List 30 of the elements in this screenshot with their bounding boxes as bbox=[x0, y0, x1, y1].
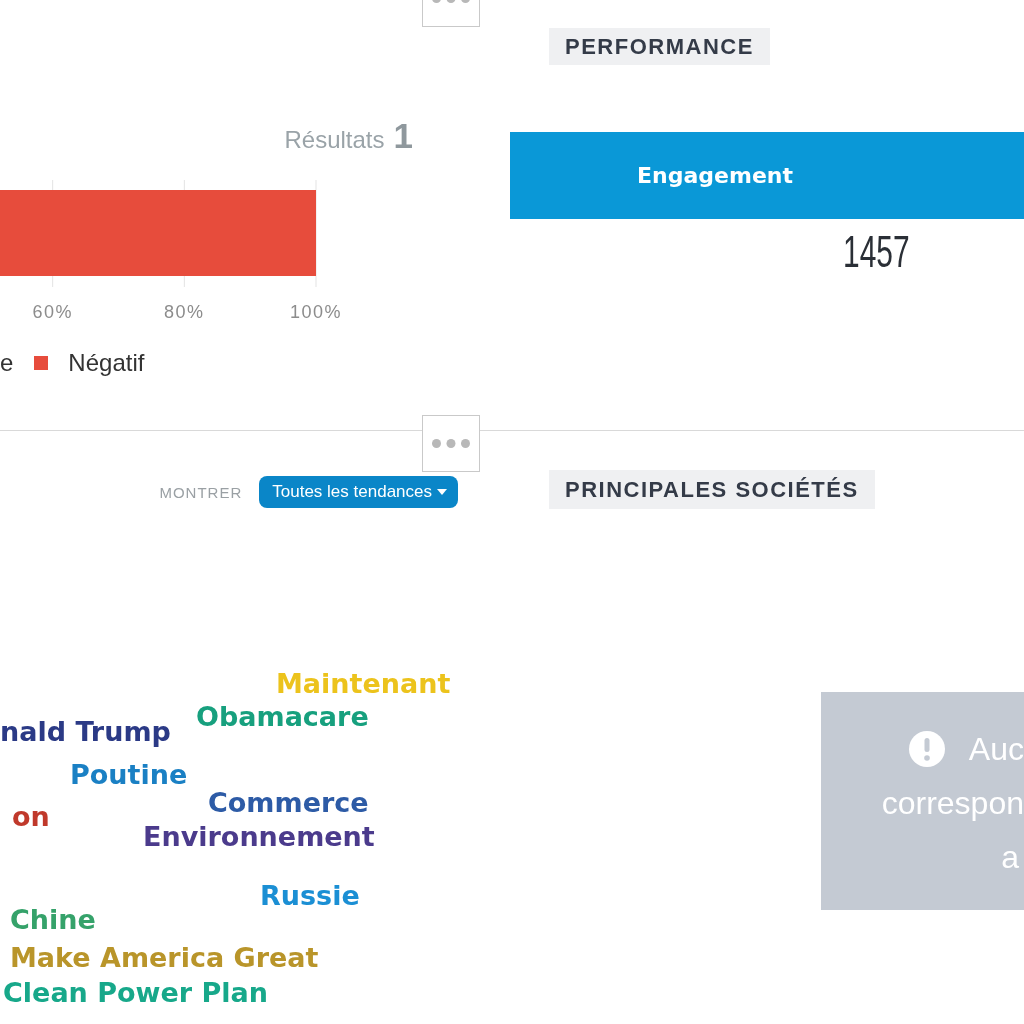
word-cloud-term[interactable]: Poutine bbox=[70, 759, 188, 792]
caret-icon bbox=[437, 489, 447, 495]
filter-dropdown[interactable]: Toutes les tendances bbox=[259, 476, 458, 508]
legend-label: Négatif bbox=[68, 349, 145, 377]
axis-tick-label: 100% bbox=[290, 302, 342, 322]
show-label: MONTRER bbox=[159, 483, 243, 501]
results-label: Résultats bbox=[284, 128, 385, 152]
word-cloud-term[interactable]: Obamacare bbox=[196, 701, 369, 734]
axis-tick-label: 80% bbox=[164, 302, 205, 322]
notice-text: a bbox=[1001, 838, 1019, 877]
notice-text: correspon bbox=[881, 784, 1024, 823]
section-title: PRINCIPALES SOCIÉTÉS bbox=[549, 470, 875, 509]
notice-text: Auc bbox=[968, 730, 1024, 769]
word-cloud-term[interactable]: Chine bbox=[10, 904, 96, 937]
axis-tick-label: 60% bbox=[32, 302, 73, 322]
alert-icon bbox=[908, 731, 945, 767]
word-cloud-term[interactable]: Environnement bbox=[143, 821, 375, 854]
column-header: Engagement bbox=[637, 163, 793, 188]
more-button[interactable] bbox=[422, 415, 480, 472]
word-cloud-term[interactable]: on bbox=[12, 801, 50, 834]
word-cloud-term[interactable]: Russie bbox=[260, 880, 360, 913]
word-cloud-term[interactable]: Commerce bbox=[208, 787, 369, 820]
section-title: PERFORMANCE bbox=[549, 28, 770, 65]
more-icon bbox=[432, 439, 470, 448]
metric-value: 1457 bbox=[843, 230, 910, 274]
word-cloud-term[interactable]: Make America Great bbox=[10, 942, 319, 975]
word-cloud-term[interactable]: nald Trump bbox=[0, 716, 171, 749]
results-count: 1 bbox=[393, 118, 413, 153]
word-cloud-term[interactable]: Clean Power Plan bbox=[3, 977, 269, 1010]
legend-label: e bbox=[0, 349, 14, 377]
